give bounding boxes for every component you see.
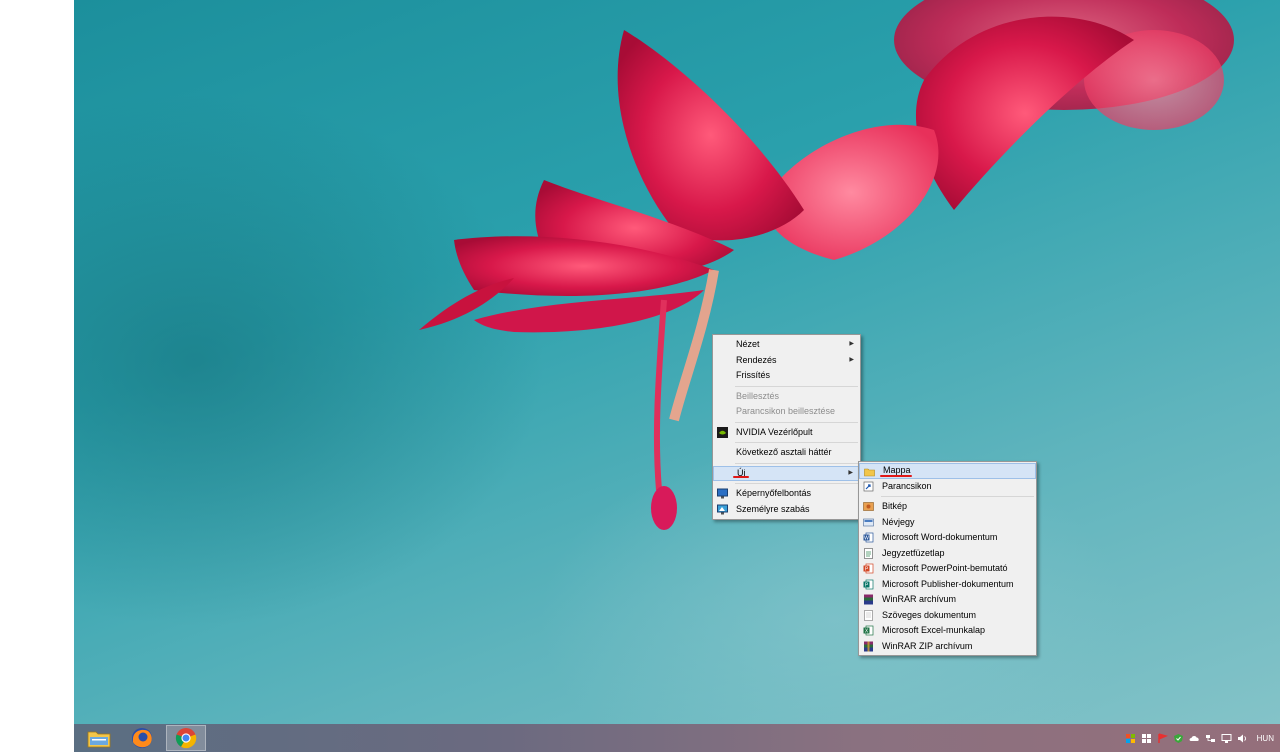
submenu-item-label: Szöveges dokumentum	[882, 609, 977, 620]
nvidia-icon	[717, 426, 728, 438]
menu-item-label: Beillesztés	[736, 390, 780, 401]
taskbar-chrome[interactable]	[166, 725, 206, 751]
menu-item-new[interactable]: Új ▶	[713, 465, 860, 481]
network-icon[interactable]	[1205, 733, 1216, 744]
svg-text:W: W	[864, 536, 869, 542]
left-blank-area	[0, 0, 74, 752]
windows-icon[interactable]	[1141, 733, 1152, 744]
annotation-underline-mappa	[880, 475, 912, 477]
submenu-item-winrar[interactable]: WinRAR archívum	[859, 592, 1036, 608]
menu-separator	[735, 385, 858, 387]
flower-pistil	[653, 299, 667, 491]
submenu-item-text-document[interactable]: Szöveges dokumentum	[859, 608, 1036, 624]
menu-item-label: Személyre szabás	[736, 503, 810, 514]
menu-item-label: Képernyőfelbontás	[736, 488, 812, 498]
file-explorer-icon	[87, 731, 111, 748]
powerpoint-icon: P	[863, 563, 874, 574]
submenu-item-label: Microsoft PowerPoint-bemutató	[882, 563, 1008, 573]
submenu-arrow-icon: ▶	[848, 469, 853, 476]
taskbar-firefox[interactable]	[122, 725, 162, 751]
menu-separator	[735, 442, 858, 443]
submenu-item-winrar-zip[interactable]: WinRAR ZIP archívum	[859, 639, 1036, 655]
flower-petal	[474, 290, 704, 333]
submenu-item-shortcut[interactable]: Parancsikon	[859, 479, 1036, 495]
submenu-item-journal[interactable]: Jegyzetfüzetlap	[859, 546, 1036, 562]
winrar-icon	[864, 594, 873, 605]
submenu-item-publisher[interactable]: P Microsoft Publisher-dokumentum	[859, 577, 1036, 593]
submenu-item-excel[interactable]: X Microsoft Excel-munkalap	[859, 623, 1036, 639]
submenu-item-label: Mappa	[883, 465, 911, 475]
submenu-arrow-icon: ▶	[849, 341, 854, 347]
volume-icon[interactable]	[1237, 733, 1248, 744]
folder-icon	[864, 468, 875, 477]
contact-icon	[863, 518, 874, 526]
taskbar: HUN	[74, 724, 1280, 752]
menu-item-refresh[interactable]: Frissítés	[713, 368, 860, 384]
submenu-item-label: Microsoft Word-dokumentum	[882, 532, 998, 542]
text-document-icon	[864, 609, 873, 621]
cloud-icon[interactable]	[1189, 733, 1200, 744]
submenu-item-label: Jegyzetfüzetlap	[882, 547, 945, 558]
menu-item-paste: Beillesztés	[713, 389, 860, 405]
display-icon	[717, 488, 728, 499]
red-flag-icon[interactable]	[1157, 732, 1168, 744]
submenu-item-powerpoint[interactable]: P Microsoft PowerPoint-bemutató	[859, 561, 1036, 577]
shield-icon[interactable]	[1173, 733, 1184, 744]
submenu-item-label: WinRAR archívum	[882, 594, 957, 604]
system-tray: HUN	[1125, 724, 1274, 752]
menu-item-paste-shortcut: Parancsikon beillesztése	[713, 404, 860, 420]
submenu-item-label: Microsoft Excel-munkalap	[882, 625, 986, 635]
chrome-icon	[175, 728, 197, 749]
submenu-item-label: Névjegy	[882, 516, 915, 527]
firefox-icon	[132, 728, 152, 748]
desktop-context-menu: Nézet ▶ Rendezés ▶ Frissítés Beillesztés…	[712, 334, 861, 520]
taskbar-file-explorer[interactable]	[79, 725, 119, 751]
submenu-arrow-icon: ▶	[849, 356, 854, 363]
menu-separator	[735, 421, 858, 423]
menu-separator	[735, 462, 858, 464]
new-submenu: Mappa Parancsikon Bitkép Névjegy W Micro…	[858, 461, 1037, 656]
menu-item-nvidia-control-panel[interactable]: NVIDIA Vezérlőpult	[713, 425, 860, 441]
menu-item-label: Nézet	[736, 339, 760, 349]
desktop[interactable]	[74, 0, 1280, 724]
submenu-item-label: Bitkép	[882, 501, 908, 511]
menu-item-label: Rendezés	[736, 354, 777, 365]
menu-item-label: Parancsikon beillesztése	[736, 406, 836, 416]
submenu-item-word[interactable]: W Microsoft Word-dokumentum	[859, 530, 1036, 546]
flower-petal	[617, 30, 804, 241]
menu-item-label: NVIDIA Vezérlőpult	[736, 426, 813, 437]
menu-separator	[735, 483, 858, 484]
shortcut-icon	[863, 481, 874, 491]
submenu-item-label: Parancsikon	[882, 480, 932, 491]
flower-wallpaper	[419, 0, 1234, 530]
submenu-item-label: Microsoft Publisher-dokumentum	[882, 578, 1014, 589]
submenu-item-bitmap[interactable]: Bitkép	[859, 499, 1036, 515]
language-indicator[interactable]: HUN	[1257, 734, 1274, 743]
bitmap-icon	[863, 502, 874, 511]
submenu-item-label: WinRAR ZIP archívum	[882, 640, 973, 651]
journal-icon	[864, 547, 873, 559]
annotation-underline-uj	[733, 476, 749, 478]
menu-item-view[interactable]: Nézet ▶	[713, 337, 860, 353]
personalize-icon	[717, 504, 728, 514]
menu-item-label: Következő asztali háttér	[736, 447, 832, 457]
menu-item-screen-resolution[interactable]: Képernyőfelbontás	[713, 486, 860, 502]
word-icon: W	[863, 532, 874, 543]
flower-stigma	[651, 486, 677, 530]
menu-item-personalize[interactable]: Személyre szabás	[713, 502, 860, 518]
menu-item-label: Frissítés	[736, 370, 771, 380]
flag-icon[interactable]	[1125, 733, 1136, 744]
menu-item-sort[interactable]: Rendezés ▶	[713, 353, 860, 369]
excel-icon: X	[863, 625, 874, 636]
menu-separator	[881, 496, 1034, 497]
winrar-zip-icon	[864, 641, 873, 651]
publisher-icon: P	[863, 579, 874, 589]
submenu-item-contact[interactable]: Névjegy	[859, 515, 1036, 531]
monitor-icon[interactable]	[1221, 733, 1232, 744]
menu-item-next-background[interactable]: Következő asztali háttér	[713, 445, 860, 461]
